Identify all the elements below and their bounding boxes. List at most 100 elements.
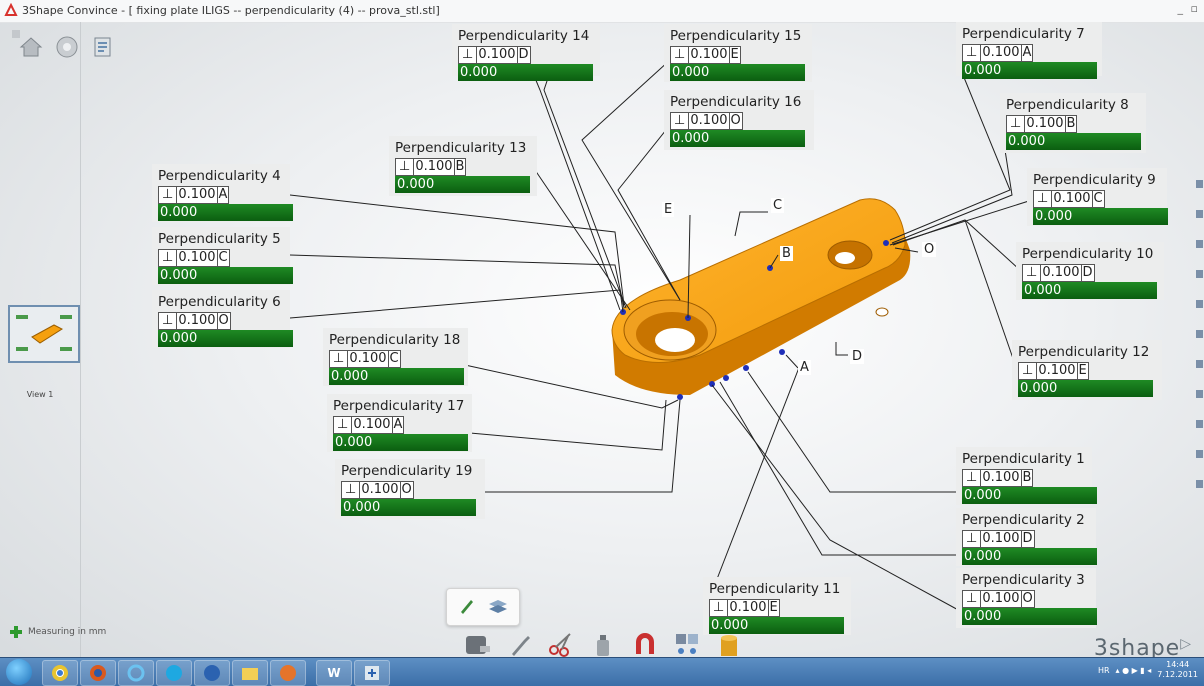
tray-icons[interactable]: ▴ ● ▶ ▮ ◂ [1116, 666, 1152, 675]
skype-icon[interactable] [156, 660, 192, 686]
player-icon[interactable] [270, 660, 306, 686]
tolerance-frame: ⊥ 0.100 D [1022, 264, 1157, 282]
result-value: 0.000 [962, 608, 1097, 625]
annotation-perpendicularity-19[interactable]: Perpendicularity 19 ⊥ 0.100 O 0.000 [335, 459, 485, 519]
datum-label-o: O [922, 242, 937, 257]
perpendicularity-icon: ⊥ [709, 599, 729, 617]
tolerance-frame: ⊥ 0.100 A [962, 44, 1095, 62]
datum-label-a: A [798, 360, 811, 375]
result-value: 0.000 [962, 548, 1097, 565]
taskbar: W HR ▴ ● ▶ ▮ ◂ 14:44 7.12.2011 [0, 657, 1204, 686]
result-value: 0.000 [158, 267, 293, 284]
annotation-perpendicularity-3[interactable]: Perpendicularity 3 ⊥ 0.100 O 0.000 [956, 568, 1097, 628]
datum-point [709, 381, 715, 387]
tolerance-frame: ⊥ 0.100 O [158, 312, 283, 330]
result-value: 0.000 [333, 434, 468, 451]
result-value: 0.000 [1006, 133, 1141, 150]
annotation-title: Perpendicularity 14 [458, 28, 590, 44]
tolerance-frame: ⊥ 0.100 A [333, 416, 465, 434]
perpendicularity-icon: ⊥ [670, 112, 690, 130]
perpendicularity-icon: ⊥ [458, 46, 478, 64]
folder-icon[interactable] [232, 660, 268, 686]
datum-label-c: C [771, 198, 785, 213]
annotation-perpendicularity-7[interactable]: Perpendicularity 7 ⊥ 0.100 A 0.000 [956, 22, 1102, 79]
annotation-perpendicularity-16[interactable]: Perpendicularity 16 ⊥ 0.100 O 0.000 [664, 90, 814, 150]
datum-reference: E [768, 599, 780, 617]
blocks-icon[interactable] [672, 626, 702, 660]
word-icon: W [327, 666, 341, 680]
datum-reference: E [729, 46, 741, 64]
annotation-perpendicularity-10[interactable]: Perpendicularity 10 ⊥ 0.100 D 0.000 [1016, 242, 1164, 300]
datum-reference: D [1021, 530, 1035, 548]
chrome-icon[interactable] [42, 660, 78, 686]
result-value: 0.000 [458, 64, 593, 81]
annotation-perpendicularity-15[interactable]: Perpendicularity 15 ⊥ 0.100 E 0.000 [664, 24, 812, 82]
annotation-title: Perpendicularity 18 [329, 332, 461, 348]
annotation-perpendicularity-13[interactable]: Perpendicularity 13 ⊥ 0.100 B 0.000 [389, 136, 537, 196]
right-toolbar [1194, 170, 1204, 510]
wrench-icon[interactable] [504, 626, 534, 660]
annotation-perpendicularity-1[interactable]: Perpendicularity 1 ⊥ 0.100 B 0.000 [956, 447, 1097, 505]
3shape-taskbar-icon[interactable] [354, 660, 390, 686]
annotation-perpendicularity-17[interactable]: Perpendicularity 17 ⊥ 0.100 A 0.000 [327, 394, 472, 452]
datum-label-d: D [850, 349, 865, 364]
annotation-title: Perpendicularity 7 [962, 26, 1085, 42]
annotation-title: Perpendicularity 6 [158, 294, 281, 310]
media-icon[interactable] [194, 660, 230, 686]
magnet-icon[interactable] [630, 626, 660, 660]
annotation-perpendicularity-5[interactable]: Perpendicularity 5 ⊥ 0.100 C 0.000 [152, 227, 293, 285]
tolerance-value: 0.100 [689, 112, 730, 130]
annotation-title: Perpendicularity 19 [341, 463, 473, 479]
language-indicator[interactable]: HR [1098, 666, 1110, 675]
perpendicularity-icon: ⊥ [1022, 264, 1042, 282]
annotation-perpendicularity-2[interactable]: Perpendicularity 2 ⊥ 0.100 D 0.000 [956, 508, 1097, 566]
annotation-perpendicularity-14[interactable]: Perpendicularity 14 ⊥ 0.100 D 0.000 [452, 24, 600, 81]
annotation-perpendicularity-12[interactable]: Perpendicularity 12 ⊥ 0.100 E 0.000 [1012, 340, 1162, 400]
firefox-icon[interactable] [80, 660, 116, 686]
annotation-perpendicularity-18[interactable]: Perpendicularity 18 ⊥ 0.100 C 0.000 [323, 328, 468, 386]
word-button[interactable]: W [316, 660, 352, 686]
measure-tape-icon[interactable] [462, 626, 492, 660]
tolerance-value: 0.100 [177, 186, 218, 204]
tolerance-frame: ⊥ 0.100 C [158, 249, 283, 267]
datum-reference: O [1021, 590, 1035, 608]
tolerance-frame: ⊥ 0.100 B [1006, 115, 1139, 133]
annotation-title: Perpendicularity 3 [962, 572, 1085, 588]
spray-icon[interactable] [588, 626, 618, 660]
datum-reference: C [388, 350, 401, 368]
datum-reference: A [392, 416, 405, 434]
perpendicularity-icon: ⊥ [329, 350, 349, 368]
tolerance-value: 0.100 [360, 481, 401, 499]
tolerance-frame: ⊥ 0.100 E [709, 599, 844, 617]
start-button[interactable] [6, 659, 32, 685]
paint-pot-icon[interactable] [714, 626, 744, 660]
annotation-perpendicularity-6[interactable]: Perpendicularity 6 ⊥ 0.100 O 0.000 [152, 290, 293, 348]
result-value: 0.000 [329, 368, 464, 385]
tolerance-frame: ⊥ 0.100 O [341, 481, 478, 499]
pencil-icon[interactable] [457, 596, 477, 616]
layers-icon[interactable] [487, 596, 509, 616]
annotation-perpendicularity-4[interactable]: Perpendicularity 4 ⊥ 0.100 A 0.000 [152, 164, 293, 222]
datum-reference: O [217, 312, 231, 330]
internet-explorer-icon[interactable] [118, 660, 154, 686]
system-tray: HR ▴ ● ▶ ▮ ◂ 14:44 7.12.2011 [1098, 660, 1198, 680]
scissors-icon[interactable] [546, 626, 576, 660]
tolerance-value: 0.100 [177, 249, 218, 267]
clock[interactable]: 14:44 7.12.2011 [1157, 660, 1198, 680]
annotation-perpendicularity-8[interactable]: Perpendicularity 8 ⊥ 0.100 B 0.000 [1000, 93, 1146, 153]
annotation-title: Perpendicularity 11 [709, 581, 841, 597]
tolerance-value: 0.100 [477, 46, 518, 64]
perpendicularity-icon: ⊥ [1006, 115, 1026, 133]
tolerance-frame: ⊥ 0.100 O [670, 112, 807, 130]
result-value: 0.000 [341, 499, 476, 516]
tolerance-value: 0.100 [1025, 115, 1066, 133]
tolerance-value: 0.100 [177, 312, 218, 330]
datum-reference: B [1021, 469, 1034, 487]
tolerance-value: 0.100 [728, 599, 769, 617]
perpendicularity-icon: ⊥ [962, 469, 982, 487]
tolerance-value: 0.100 [1037, 362, 1078, 380]
result-value: 0.000 [962, 62, 1097, 79]
perpendicularity-icon: ⊥ [158, 186, 178, 204]
tolerance-frame: ⊥ 0.100 C [1033, 190, 1160, 208]
annotation-perpendicularity-9[interactable]: Perpendicularity 9 ⊥ 0.100 C 0.000 [1027, 168, 1168, 226]
